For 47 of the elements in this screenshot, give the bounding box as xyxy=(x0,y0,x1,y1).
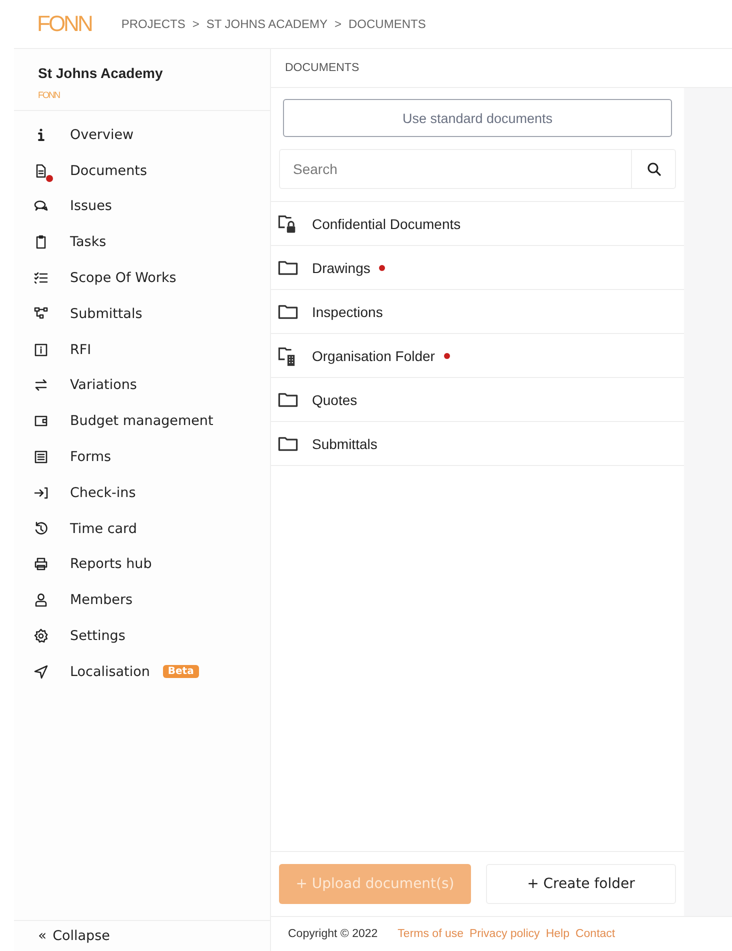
section-title: DOCUMENTS xyxy=(285,62,360,74)
nav-item[interactable]: Budget management xyxy=(14,403,270,440)
user-icon xyxy=(33,592,49,608)
navigation-arrow-icon xyxy=(33,664,49,680)
nav-item[interactable]: Overview xyxy=(14,117,270,153)
breadcrumb-link[interactable]: PROJECTS xyxy=(121,17,186,31)
project-title: St Johns Academy xyxy=(38,65,164,81)
search-button[interactable] xyxy=(631,149,676,189)
company-logo: FONN xyxy=(38,90,61,100)
nav-item[interactable]: Forms xyxy=(14,439,270,475)
nav-item[interactable]: Documents xyxy=(14,152,270,189)
create-folder-button[interactable]: + Create folder xyxy=(486,864,676,904)
nav-item[interactable]: Issues xyxy=(14,188,270,224)
breadcrumb-link[interactable]: ST JOHNS ACADEMY xyxy=(206,17,328,31)
settings-icon xyxy=(33,628,49,644)
nav-item[interactable]: Tasks xyxy=(14,224,270,260)
nav-item[interactable]: Time card xyxy=(14,510,270,547)
nav-item[interactable]: Reports hub xyxy=(14,546,270,582)
breadcrumb-link[interactable]: DOCUMENTS xyxy=(348,17,426,31)
nav-item[interactable]: Variations xyxy=(14,368,270,404)
folder-row[interactable]: Confidential Documents xyxy=(271,202,684,246)
breadcrumb-separator: > xyxy=(334,17,342,31)
folder-row[interactable]: Organisation Folder xyxy=(271,334,684,378)
search-field[interactable]: Search xyxy=(279,149,631,189)
folder-row[interactable]: Drawings xyxy=(271,246,684,290)
search-icon xyxy=(646,161,662,177)
enter-arrow-icon xyxy=(33,484,49,501)
history-clock-icon xyxy=(33,520,49,537)
nav-item[interactable]: Check-ins xyxy=(14,474,270,511)
folder-row[interactable]: Inspections xyxy=(271,290,684,334)
nav-item[interactable]: Localisation Beta xyxy=(14,654,270,690)
nav-item[interactable]: RFI xyxy=(14,332,270,368)
breadcrumb-separator: > xyxy=(192,17,200,31)
swap-arrows-icon xyxy=(33,377,49,394)
nav-item[interactable]: Settings xyxy=(14,618,270,654)
copyright-text: Copyright © 2022 xyxy=(288,928,378,940)
list-form-icon xyxy=(33,449,49,466)
folder-row[interactable]: Quotes xyxy=(271,378,684,422)
printer-icon xyxy=(33,556,49,572)
checklist-icon xyxy=(33,270,49,286)
beta-badge: Beta xyxy=(162,665,199,678)
nav-item[interactable]: Submittals xyxy=(14,296,270,332)
collapse-button[interactable]: « Collapse xyxy=(14,920,270,951)
use-standard-documents-button[interactable]: Use standard documents xyxy=(283,99,672,137)
folder-row[interactable]: Submittals xyxy=(271,422,684,466)
nav-item[interactable]: Scope Of Works xyxy=(14,260,270,296)
nav-item[interactable]: Members xyxy=(14,582,270,618)
